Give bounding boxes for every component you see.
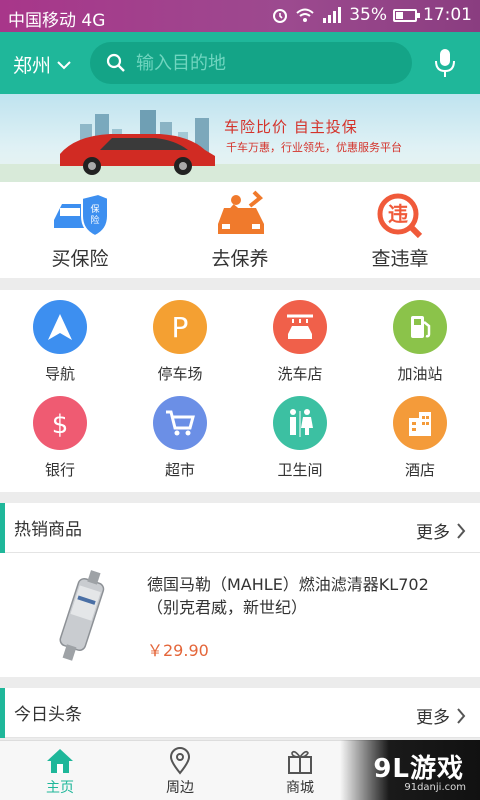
chevron-down-icon xyxy=(57,60,71,69)
hotel-icon xyxy=(393,396,447,450)
parking-icon: P xyxy=(153,300,207,354)
hot-products-header: 热销商品 更多 xyxy=(0,503,480,553)
location-pin-icon xyxy=(169,747,191,775)
service-label: 卫生间 xyxy=(277,461,323,479)
service-parking[interactable]: P 停车场 xyxy=(120,300,240,396)
bank-icon: $ xyxy=(33,396,87,450)
svg-text:险: 险 xyxy=(90,214,99,226)
service-label: 洗车店 xyxy=(277,365,323,383)
tab-home[interactable]: 主页 xyxy=(0,741,120,800)
service-supermarket[interactable]: 超市 xyxy=(120,396,240,492)
hot-products-title: 热销商品 xyxy=(14,520,82,540)
headlines-header: 今日头条 更多 xyxy=(0,688,480,738)
status-bar: 中国移动 4G 35% 17:01 xyxy=(0,0,480,32)
service-label: 超市 xyxy=(164,461,195,479)
insurance-car-icon: 保 险 xyxy=(54,192,109,238)
maintenance-icon xyxy=(218,190,264,234)
search-box[interactable] xyxy=(90,42,412,84)
violation-icon: 违 xyxy=(377,193,423,238)
alarm-icon xyxy=(273,9,288,23)
gas-station-icon xyxy=(393,300,447,354)
more-label: 更多 xyxy=(416,708,450,728)
buy-insurance-button[interactable]: 保 险 买保险 xyxy=(0,182,160,278)
svg-text:$: $ xyxy=(52,410,69,439)
microphone-icon[interactable] xyxy=(434,48,456,78)
more-label: 更多 xyxy=(416,523,450,543)
signal-icon xyxy=(323,7,342,23)
maintenance-label: 去保养 xyxy=(211,248,269,270)
status-icons: 35% 17:01 xyxy=(271,5,472,25)
chevron-right-icon xyxy=(457,522,466,539)
home-icon xyxy=(47,749,73,773)
buy-insurance-label: 买保险 xyxy=(51,248,109,270)
banner-subline: 千车万惠，行业领先，优惠服务平台 xyxy=(226,141,402,154)
cart-icon xyxy=(153,396,207,450)
battery-percent: 35% xyxy=(349,5,387,25)
watermark-brand: 9L游戏 xyxy=(373,754,464,784)
check-violation-label: 查违章 xyxy=(371,248,429,270)
service-label: 银行 xyxy=(44,461,75,479)
tab-nearby-label: 周边 xyxy=(166,780,194,796)
fuel-filter-image xyxy=(59,570,105,661)
destination-input[interactable] xyxy=(136,52,396,74)
wifi-icon xyxy=(296,8,314,22)
promo-banner[interactable]: 车险比价 自主投保 千车万惠，行业领先，优惠服务平台 xyxy=(0,94,480,182)
headlines-more-link[interactable]: 更多 xyxy=(416,703,466,728)
section-accent-bar xyxy=(0,688,5,738)
tab-mall-label: 商城 xyxy=(286,780,314,796)
product-price: ￥29.90 xyxy=(147,641,209,660)
product-item[interactable]: 德国马勒（MAHLE）燃油滤清器KL702（别克君威，新世纪） ￥29.90 xyxy=(0,553,480,677)
tab-home-label: 主页 xyxy=(46,780,74,796)
service-bank[interactable]: $ 银行 xyxy=(0,396,120,492)
watermark-logo: 9L游戏 91danji.com xyxy=(340,740,480,800)
carwash-icon xyxy=(273,300,327,354)
restroom-icon xyxy=(273,396,327,450)
service-carwash[interactable]: 洗车店 xyxy=(240,300,360,396)
service-label: 加油站 xyxy=(397,365,443,383)
svg-text:违: 违 xyxy=(388,202,408,226)
service-hotel[interactable]: 酒店 xyxy=(360,396,480,492)
service-restroom[interactable]: 卫生间 xyxy=(240,396,360,492)
hot-products-section: 热销商品 更多 xyxy=(0,503,480,553)
tab-nearby[interactable]: 周边 xyxy=(120,741,240,800)
product-name: 德国马勒（MAHLE）燃油滤清器KL702（别克君威，新世纪） xyxy=(147,575,429,617)
maintenance-button[interactable]: 去保养 xyxy=(160,182,320,278)
check-violation-button[interactable]: 违 查违章 xyxy=(320,182,480,278)
city-label: 郑州 xyxy=(13,55,52,77)
city-selector[interactable]: 郑州 xyxy=(13,51,71,78)
service-label: 酒店 xyxy=(404,461,435,479)
service-grid: 导航 P 停车场 洗车店 加油站 $ 银行 超市 卫生间 酒店 xyxy=(0,290,480,492)
navigation-icon xyxy=(33,300,87,354)
city-skyline-image xyxy=(0,110,480,182)
hot-products-more-link[interactable]: 更多 xyxy=(416,518,466,543)
section-accent-bar xyxy=(0,503,5,553)
service-gas-station[interactable]: 加油站 xyxy=(360,300,480,396)
service-label: 停车场 xyxy=(157,365,203,383)
carrier-label: 中国移动 4G xyxy=(8,11,106,31)
svg-text:保: 保 xyxy=(90,203,99,215)
watermark-url: 91danji.com xyxy=(404,782,466,793)
clock: 17:01 xyxy=(423,5,472,25)
gift-icon xyxy=(288,750,312,774)
service-label: 导航 xyxy=(44,365,75,383)
app-header: 郑州 xyxy=(0,32,480,94)
headlines-section: 今日头条 更多 xyxy=(0,688,480,738)
chevron-right-icon xyxy=(457,707,466,724)
svg-text:P: P xyxy=(172,312,189,342)
headlines-title: 今日头条 xyxy=(14,705,82,725)
service-navigation[interactable]: 导航 xyxy=(0,300,120,396)
quick-actions: 保 险 买保险 去保养 违 查违章 xyxy=(0,182,480,278)
battery-icon xyxy=(393,8,420,22)
search-icon xyxy=(106,53,125,72)
banner-headline: 车险比价 自主投保 xyxy=(224,118,358,136)
